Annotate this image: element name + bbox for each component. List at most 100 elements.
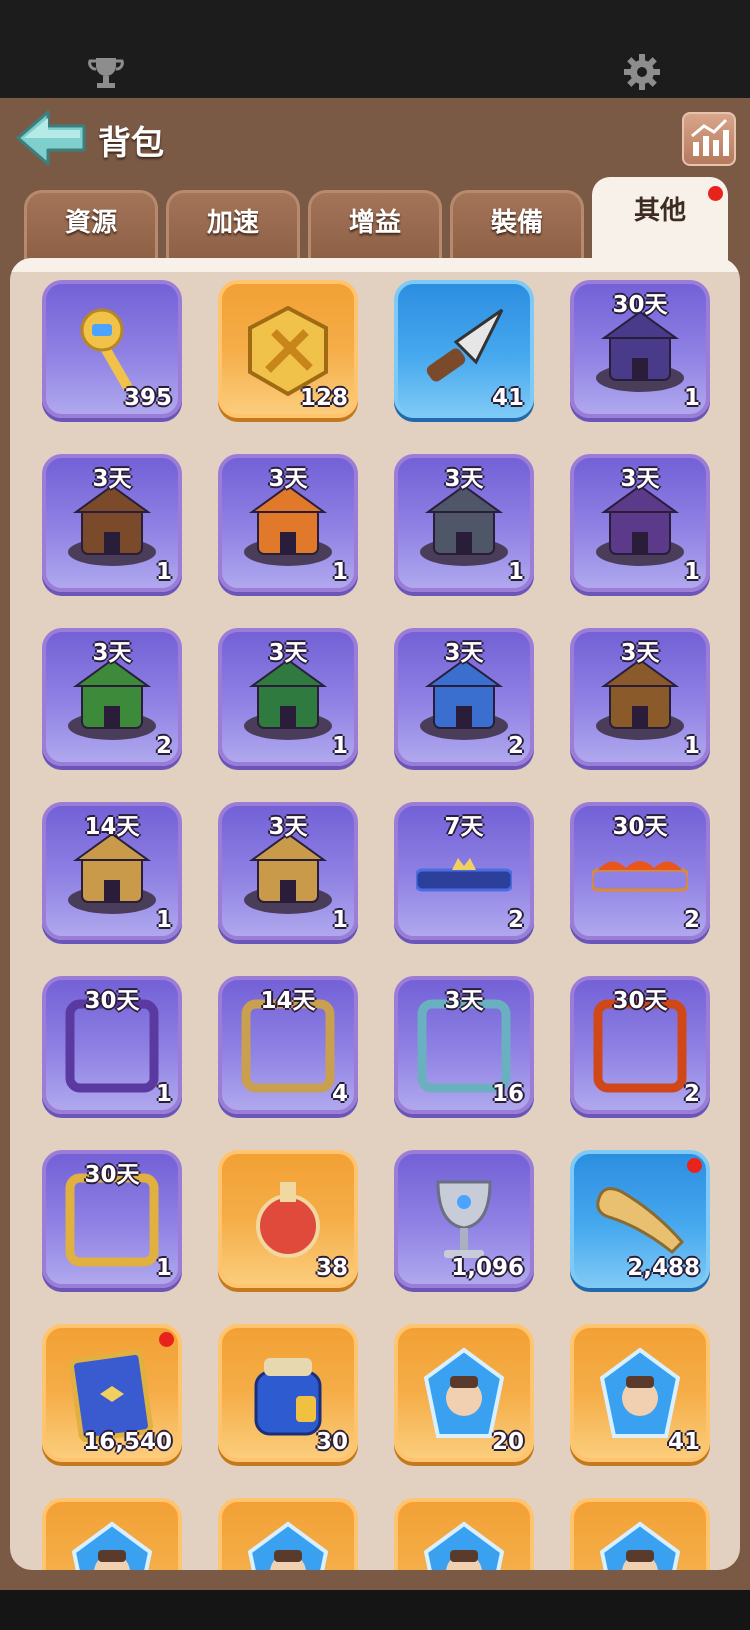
trophy-icon[interactable] <box>82 52 130 96</box>
inventory-item[interactable] <box>42 1498 182 1570</box>
tab-equipment[interactable]: 裝備 <box>450 190 584 260</box>
item-count: 1,096 <box>451 1255 524 1281</box>
inventory-item[interactable]: 3天 1 <box>218 802 358 940</box>
inventory-item[interactable]: 14天 4 <box>218 976 358 1114</box>
wizard-crystal-icon <box>71 1521 153 1570</box>
sword-medal-icon <box>248 305 328 397</box>
inventory-item[interactable]: 41 <box>570 1324 710 1462</box>
inventory-item[interactable]: 30天 1 <box>42 1150 182 1288</box>
item-count: 2 <box>507 907 524 933</box>
horn-icon <box>596 1187 685 1255</box>
item-count: 1 <box>155 907 172 933</box>
inventory-item[interactable] <box>218 1498 358 1570</box>
item-duration: 3天 <box>620 466 660 492</box>
inventory-item[interactable]: 3天 16 <box>394 976 534 1114</box>
item-duration: 30天 <box>84 988 140 1014</box>
tab-other[interactable]: 其他 <box>592 177 728 267</box>
inventory-item[interactable]: 3天 1 <box>570 628 710 766</box>
inventory-item[interactable]: 3天 1 <box>42 454 182 592</box>
item-count: 2 <box>507 733 524 759</box>
inventory-item[interactable]: 38 <box>218 1150 358 1288</box>
item-count: 1 <box>331 733 348 759</box>
panel-top-edge <box>10 258 740 272</box>
item-count: 1 <box>155 1081 172 1107</box>
item-duration: 3天 <box>620 640 660 666</box>
inventory-item[interactable]: 20 <box>394 1324 534 1462</box>
stats-button[interactable] <box>682 112 736 166</box>
back-button[interactable] <box>14 108 90 168</box>
inventory-item[interactable]: 14天 1 <box>42 802 182 940</box>
item-count: 395 <box>123 385 172 411</box>
gear-icon[interactable] <box>618 52 666 96</box>
tab-other-label: 其他 <box>633 196 686 226</box>
arrowhead-icon <box>426 308 504 382</box>
silver-chalice-icon <box>436 1180 492 1258</box>
item-duration: 30天 <box>612 814 668 840</box>
backpack-icon <box>254 1358 322 1436</box>
inventory-item[interactable]: 395 <box>42 280 182 418</box>
inventory-item[interactable]: 16,540 <box>42 1324 182 1462</box>
inventory-item[interactable]: 30天 2 <box>570 976 710 1114</box>
item-duration: 3天 <box>268 814 308 840</box>
item-count: 20 <box>491 1429 524 1455</box>
item-duration: 3天 <box>92 466 132 492</box>
item-duration: 3天 <box>268 640 308 666</box>
item-count: 30 <box>315 1429 348 1455</box>
notification-dot <box>159 1332 174 1347</box>
item-duration: 14天 <box>260 988 316 1014</box>
item-duration: 7天 <box>444 814 484 840</box>
tab-speedups[interactable]: 加速 <box>166 190 300 260</box>
item-count: 38 <box>315 1255 348 1281</box>
item-count: 1 <box>683 559 700 585</box>
back-arrow-icon <box>16 110 86 166</box>
item-count: 41 <box>491 385 524 411</box>
tab-boosts[interactable]: 增益 <box>308 190 442 260</box>
item-count: 16 <box>491 1081 524 1107</box>
notification-dot <box>687 1158 702 1173</box>
inventory-item[interactable]: 41 <box>394 280 534 418</box>
inventory-item[interactable]: 30天 1 <box>570 280 710 418</box>
queen-crystal-icon <box>599 1521 681 1570</box>
inventory-item[interactable]: 1,096 <box>394 1150 534 1288</box>
item-count: 1 <box>683 733 700 759</box>
inventory-item[interactable]: 30天 1 <box>42 976 182 1114</box>
notification-dot <box>708 186 723 201</box>
item-count: 2 <box>155 733 172 759</box>
item-count: 1 <box>155 559 172 585</box>
potion-flask-icon <box>256 1182 320 1258</box>
inventory-item[interactable]: 3天 2 <box>42 628 182 766</box>
item-count: 1 <box>331 907 348 933</box>
item-count: 128 <box>299 385 348 411</box>
item-duration: 3天 <box>444 640 484 666</box>
item-count: 4 <box>331 1081 348 1107</box>
inventory-item[interactable]: 30天 2 <box>570 802 710 940</box>
tome-icon <box>69 1349 153 1442</box>
inventory-item[interactable] <box>394 1498 534 1570</box>
inventory-item[interactable]: 3天 1 <box>570 454 710 592</box>
item-duration: 3天 <box>92 640 132 666</box>
commander-hat-crystal-icon <box>423 1347 505 1438</box>
key-icon <box>80 308 134 392</box>
items-panel[interactable]: 395 128 41 30天 1 3天 1 3天 1 3天 1 3天 1 3天 2 3天 1 3天 2 3天 1 14天 1… <box>10 258 740 1570</box>
item-duration: 3天 <box>444 988 484 1014</box>
page-title: 背包 <box>98 123 164 162</box>
item-count: 1 <box>155 1255 172 1281</box>
warrior-crystal-icon <box>247 1521 329 1570</box>
item-duration: 3天 <box>268 466 308 492</box>
inventory-item[interactable]: 7天 2 <box>394 802 534 940</box>
inventory-item[interactable]: 30 <box>218 1324 358 1462</box>
item-duration: 30天 <box>84 1162 140 1188</box>
inventory-item[interactable]: 128 <box>218 280 358 418</box>
item-duration: 30天 <box>612 292 668 318</box>
maiden-crystal-icon <box>423 1521 505 1570</box>
item-duration: 3天 <box>444 466 484 492</box>
inventory-item[interactable]: 3天 1 <box>218 454 358 592</box>
inventory-item[interactable]: 2,488 <box>570 1150 710 1288</box>
item-duration: 30天 <box>612 988 668 1014</box>
inventory-item[interactable]: 3天 1 <box>394 454 534 592</box>
inventory-item[interactable] <box>570 1498 710 1570</box>
item-count: 2 <box>683 907 700 933</box>
inventory-item[interactable]: 3天 1 <box>218 628 358 766</box>
inventory-item[interactable]: 3天 2 <box>394 628 534 766</box>
tab-resources[interactable]: 資源 <box>24 190 158 260</box>
